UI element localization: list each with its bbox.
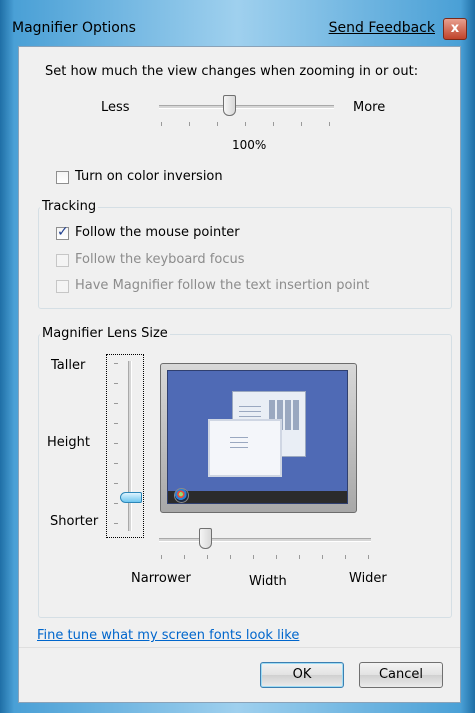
height-tick — [114, 523, 118, 524]
follow-text-insertion-checkbox[interactable] — [56, 280, 69, 293]
follow-keyboard-label: Follow the keyboard focus — [75, 252, 245, 267]
width-slider-track — [159, 538, 371, 542]
height-tick — [114, 383, 118, 384]
start-orb-icon — [174, 488, 189, 503]
height-tick — [114, 463, 118, 464]
height-slider[interactable] — [106, 354, 144, 538]
zoom-tick — [245, 122, 246, 126]
zoom-value: 100% — [232, 138, 267, 152]
dialog-body: Set how much the view changes when zoomi… — [18, 46, 461, 703]
follow-keyboard-checkbox[interactable] — [56, 254, 69, 267]
fine-tune-fonts-link[interactable]: Fine tune what my screen fonts look like — [37, 628, 299, 643]
zoom-tick — [189, 122, 190, 126]
tracking-legend: Tracking — [40, 199, 99, 214]
width-tick — [184, 555, 185, 559]
height-tick — [114, 503, 118, 504]
width-tick — [207, 555, 208, 559]
zoom-more-label: More — [353, 100, 386, 115]
lens-size-legend: Magnifier Lens Size — [40, 326, 170, 341]
follow-text-insertion-label: Have Magnifier follow the text insertion… — [75, 278, 370, 293]
height-shorter-label: Shorter — [50, 514, 99, 529]
close-button[interactable]: x — [443, 18, 467, 40]
zoom-tick — [273, 122, 274, 126]
window-frame: Magnifier Options Send Feedback x Set ho… — [0, 0, 475, 713]
follow-mouse-label: Follow the mouse pointer — [75, 225, 240, 240]
zoom-slider-track — [159, 105, 334, 109]
send-feedback-link[interactable]: Send Feedback — [329, 20, 435, 36]
cancel-button[interactable]: Cancel — [359, 662, 443, 688]
zoom-less-label: Less — [101, 100, 130, 115]
dialog-footer: OK Cancel — [19, 647, 460, 702]
zoom-tick — [161, 122, 162, 126]
color-inversion-label: Turn on color inversion — [75, 169, 223, 184]
width-tick — [322, 555, 323, 559]
ok-button[interactable]: OK — [260, 662, 344, 688]
width-tick — [161, 555, 162, 559]
width-tick — [276, 555, 277, 559]
zoom-tick — [301, 122, 302, 126]
height-tick — [114, 443, 118, 444]
lens-preview-screen — [167, 370, 348, 504]
width-narrower-label: Narrower — [131, 571, 191, 586]
title-bar[interactable]: Magnifier Options Send Feedback x — [6, 14, 469, 46]
width-slider[interactable] — [159, 527, 377, 567]
height-label: Height — [47, 435, 90, 450]
window-title: Magnifier Options — [12, 20, 136, 36]
height-slider-thumb[interactable] — [120, 491, 142, 503]
width-tick — [230, 555, 231, 559]
preview-taskbar — [168, 488, 347, 503]
width-tick — [368, 555, 369, 559]
height-tick — [114, 423, 118, 424]
height-taller-label: Taller — [51, 358, 86, 373]
height-tick — [114, 403, 118, 404]
height-tick — [114, 483, 118, 484]
color-inversion-checkbox[interactable] — [56, 171, 69, 184]
width-slider-thumb[interactable] — [199, 528, 213, 549]
height-tick — [114, 363, 118, 364]
height-slider-track — [128, 361, 132, 531]
zoom-slider-thumb[interactable] — [222, 95, 236, 116]
width-tick — [299, 555, 300, 559]
lens-preview-monitor — [160, 363, 357, 513]
zoom-tick — [329, 122, 330, 126]
width-tick — [253, 555, 254, 559]
width-tick — [345, 555, 346, 559]
zoom-slider[interactable] — [159, 93, 334, 133]
zoom-prompt: Set how much the view changes when zoomi… — [45, 64, 419, 79]
width-wider-label: Wider — [349, 571, 387, 586]
zoom-tick — [217, 122, 218, 126]
follow-mouse-checkbox[interactable] — [56, 224, 69, 240]
preview-front-window — [208, 419, 282, 477]
width-label: Width — [249, 574, 287, 589]
